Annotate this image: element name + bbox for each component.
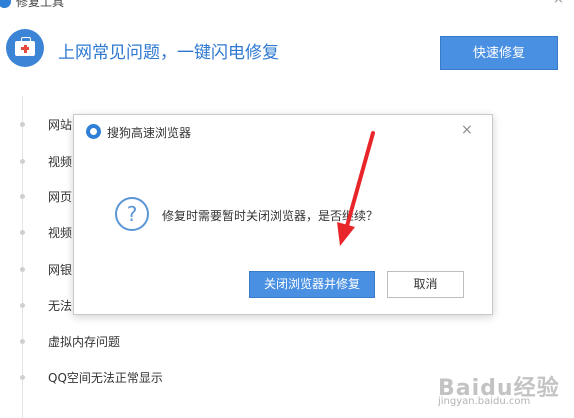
watermark-url: jingyan.baidu.com	[438, 396, 531, 407]
baidu-watermark: Baidu经验 jingyan.baidu.com	[438, 370, 570, 414]
red-arrow-icon	[337, 131, 375, 246]
